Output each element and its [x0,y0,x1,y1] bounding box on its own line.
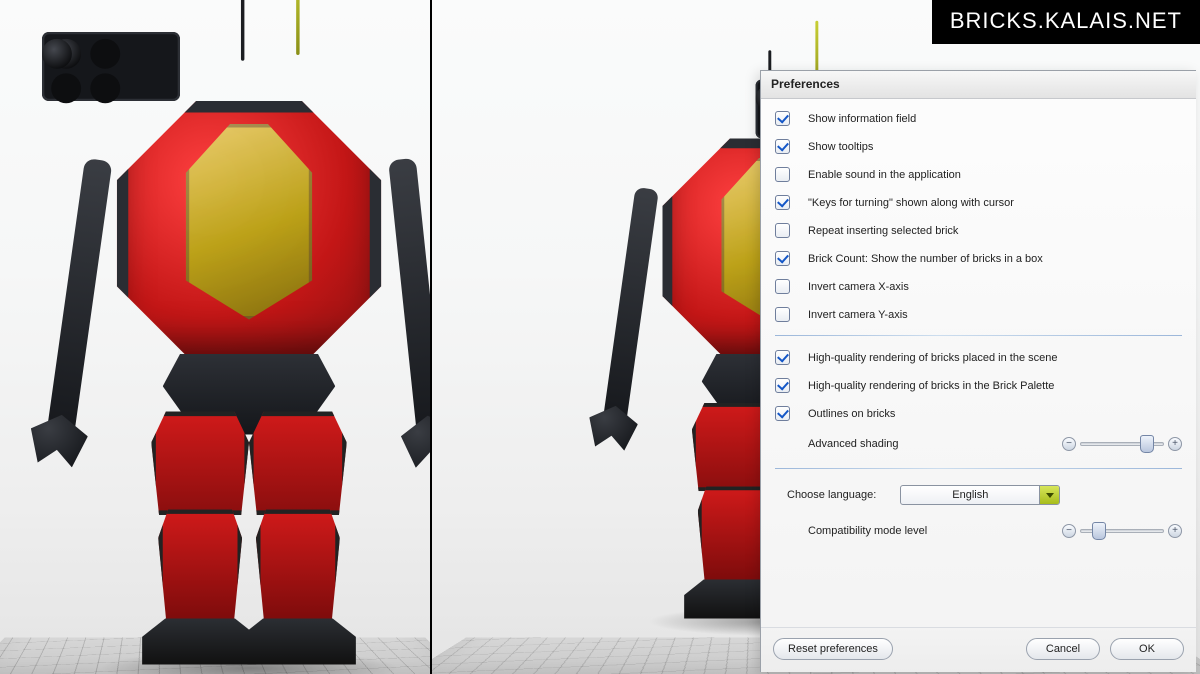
preference-row: High-quality rendering of bricks in the … [775,372,1182,400]
compatibility-mode-label: Compatibility mode level [808,525,927,537]
checkbox[interactable] [775,195,790,210]
choose-language-label: Choose language: [787,489,876,501]
separator [775,335,1182,336]
slider-minus-icon[interactable]: − [1062,437,1076,451]
mech-arm [388,158,432,447]
preference-row: Brick Count: Show the number of bricks i… [775,245,1182,273]
advanced-shading-slider[interactable]: − + [1062,436,1182,452]
mech-model [54,32,433,674]
preference-row: "Keys for turning" shown along with curs… [775,189,1182,217]
preferences-dialog: Preferences Show information field Show t… [760,70,1196,672]
preference-label: Invert camera Y-axis [808,309,908,321]
slider-plus-icon[interactable]: + [1168,437,1182,451]
dialog-footer: Reset preferences Cancel OK [761,627,1196,672]
antenna-icon [296,0,299,55]
preference-label: Show information field [808,113,916,125]
preference-label: Invert camera X-axis [808,281,909,293]
checkbox[interactable] [775,139,790,154]
mech-arm [601,187,658,433]
mech-arm [45,158,112,447]
compatibility-mode-slider[interactable]: − + [1062,523,1182,539]
mech-canopy [186,124,313,320]
shoulder-cannon-icon [42,32,180,101]
mech-leg [151,412,249,674]
preference-row: High-quality rendering of bricks placed … [775,344,1182,372]
dialog-body: Show information field Show tooltips Enabl… [761,99,1196,627]
preference-label: Brick Count: Show the number of bricks i… [808,253,1043,265]
preference-row: Show tooltips [775,133,1182,161]
slider-minus-icon[interactable]: − [1062,524,1076,538]
checkbox[interactable] [775,307,790,322]
preference-label: Outlines on bricks [808,408,895,420]
preference-row: Outlines on bricks [775,400,1182,428]
preference-row: Invert camera Y-axis [775,301,1182,329]
separator [775,468,1182,469]
antenna-icon [241,0,244,61]
preference-row: Repeat inserting selected brick [775,217,1182,245]
cancel-button[interactable]: Cancel [1026,638,1100,660]
checkbox[interactable] [775,167,790,182]
dialog-title: Preferences [761,71,1196,99]
checkbox[interactable] [775,378,790,393]
watermark-label: BRICKS.KALAIS.NET [932,0,1200,44]
dropdown-arrow-icon[interactable] [1039,486,1059,504]
render-pane-left [0,0,432,674]
checkbox[interactable] [775,251,790,266]
checkbox[interactable] [775,406,790,421]
preference-label: Show tooltips [808,141,873,153]
checkbox[interactable] [775,223,790,238]
checkbox[interactable] [775,111,790,126]
ok-button[interactable]: OK [1110,638,1184,660]
advanced-shading-label: Advanced shading [808,438,899,450]
language-value: English [901,486,1039,504]
preference-label: High-quality rendering of bricks in the … [808,380,1054,392]
slider-plus-icon[interactable]: + [1168,524,1182,538]
checkbox[interactable] [775,279,790,294]
preference-row: Enable sound in the application [775,161,1182,189]
checkbox[interactable] [775,350,790,365]
preference-label: Enable sound in the application [808,169,961,181]
reset-preferences-button[interactable]: Reset preferences [773,638,893,660]
preference-label: High-quality rendering of bricks placed … [808,352,1057,364]
preference-row: Invert camera X-axis [775,273,1182,301]
preference-row: Show information field [775,105,1182,133]
mech-leg [249,412,347,674]
preference-label: Repeat inserting selected brick [808,225,958,237]
preference-label: "Keys for turning" shown along with curs… [808,197,1014,209]
language-dropdown[interactable]: English [900,485,1060,505]
